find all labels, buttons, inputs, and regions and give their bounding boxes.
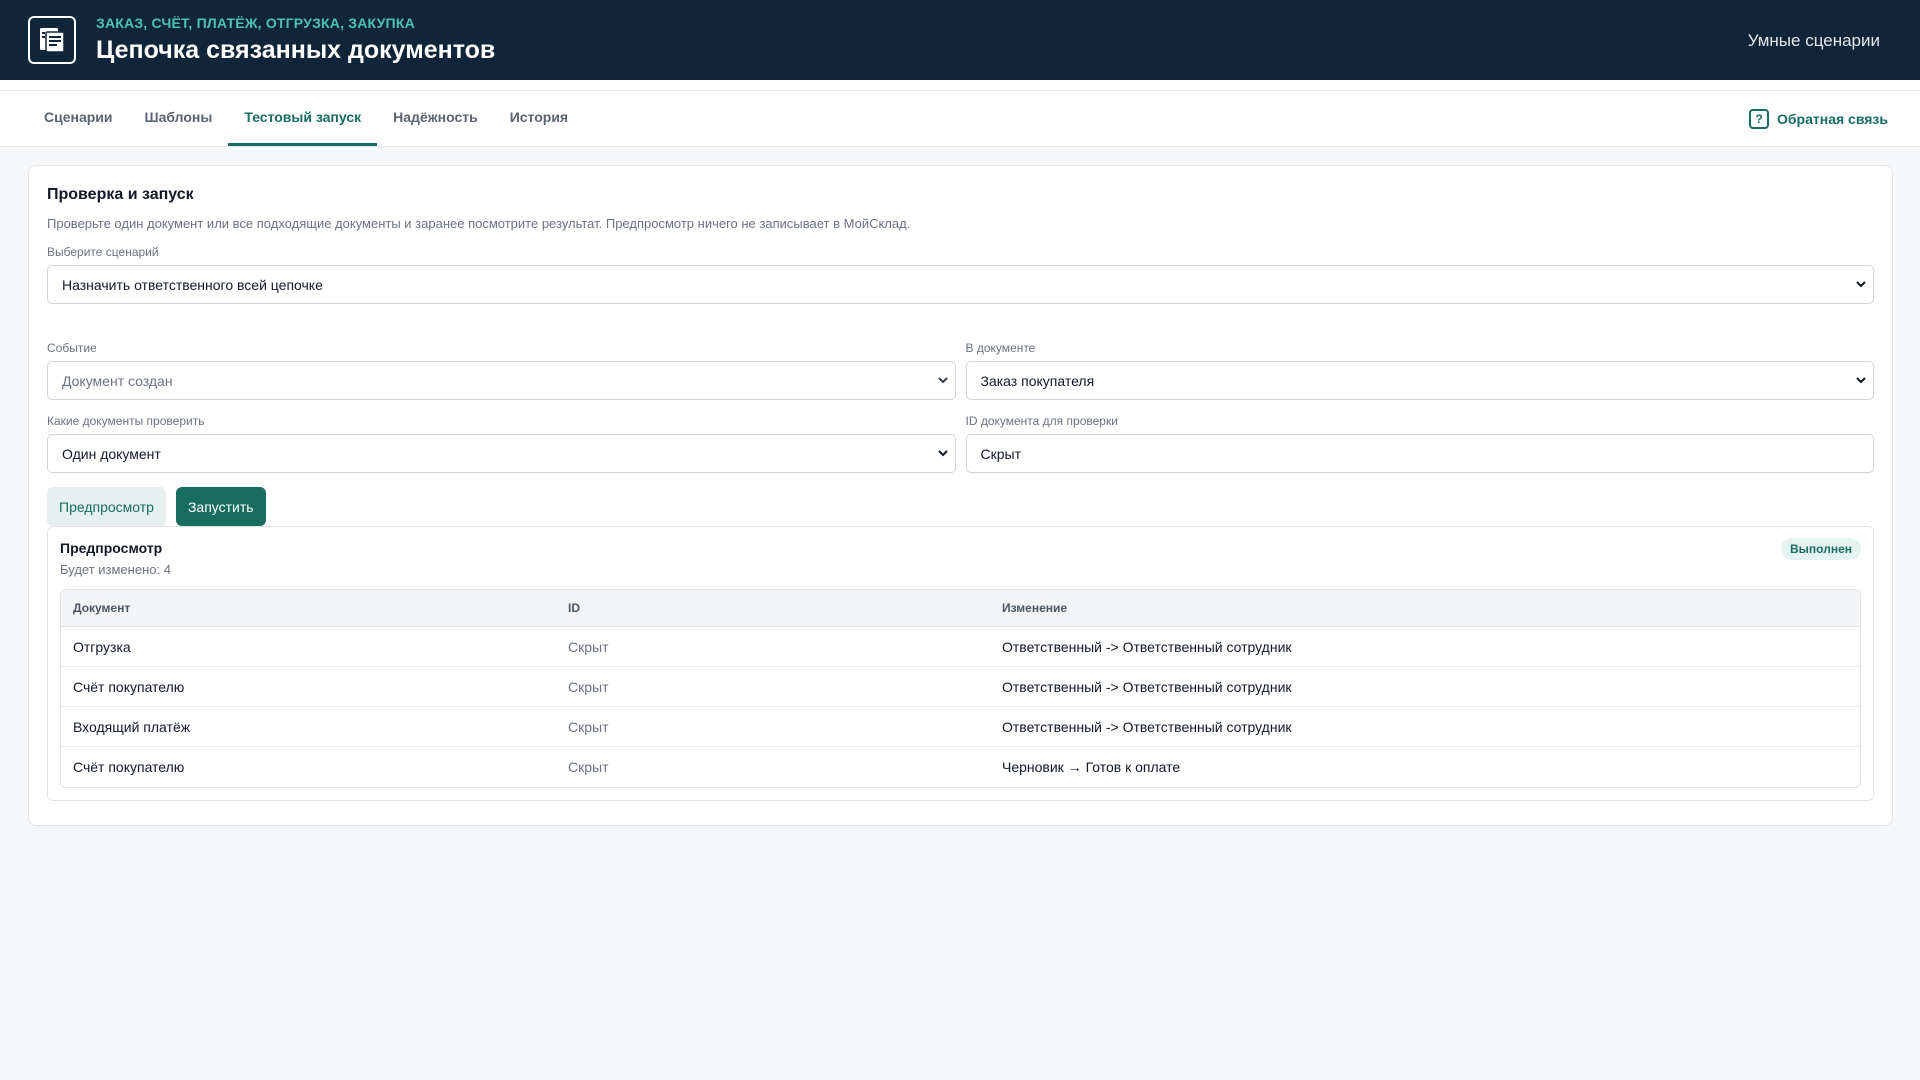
app-header: ЗАКАЗ, СЧЁТ, ПЛАТЁЖ, ОТГРУЗКА, ЗАКУПКА Ц… xyxy=(0,0,1920,80)
cell-change: Ответственный -> Ответственный сотрудник xyxy=(1002,718,1292,735)
in-document-value: Заказ покупателя xyxy=(980,372,1095,389)
chevron-down-icon xyxy=(937,377,948,384)
tab-history[interactable]: История xyxy=(494,91,584,146)
in-document-select[interactable]: Заказ покупателя xyxy=(965,361,1874,400)
scenario-label: Выберите сценарий xyxy=(47,245,159,259)
chevron-down-icon xyxy=(1856,377,1866,384)
which-docs-select[interactable]: Один документ xyxy=(47,434,956,473)
cell-document: Счёт покупателю xyxy=(73,759,185,775)
in-document-label: В документе xyxy=(965,341,1036,355)
scenario-select[interactable]: Назначить ответственного всей цепочке xyxy=(47,265,1874,304)
event-select[interactable]: Документ создан xyxy=(47,361,956,400)
document-icon xyxy=(28,16,76,64)
feedback-label: Обратная связь xyxy=(1777,111,1888,127)
title-block: ЗАКАЗ, СЧЁТ, ПЛАТЁЖ, ОТГРУЗКА, ЗАКУПКА Ц… xyxy=(96,15,495,65)
card-description: Проверьте один документ или все подходящ… xyxy=(47,216,911,231)
event-value: Документ создан xyxy=(62,372,173,389)
table-header: Документ ID Изменение xyxy=(61,590,1860,627)
chevron-down-icon xyxy=(937,450,948,457)
smart-scenarios-link[interactable]: Умные сценарии xyxy=(1748,31,1880,51)
tab-reliability[interactable]: Надёжность xyxy=(377,91,494,146)
scenario-value: Назначить ответственного всей цепочке xyxy=(62,276,323,293)
which-docs-label: Какие документы проверить xyxy=(47,414,205,428)
preview-panel: Предпросмотр Будет изменено: 4 Выполнен … xyxy=(47,526,1874,801)
cell-id: Скрыт xyxy=(568,718,609,735)
page-title: Цепочка связанных документов xyxy=(96,36,496,64)
card-title: Проверка и запуск xyxy=(47,186,194,203)
header-divider xyxy=(0,80,1920,91)
tab-test-run[interactable]: Тестовый запуск xyxy=(228,91,378,146)
column-header-document: Документ xyxy=(73,601,131,615)
tab-scenarios[interactable]: Сценарии xyxy=(28,91,129,146)
column-header-id: ID xyxy=(568,601,580,615)
table-row: Счёт покупателю Скрыт Ответственный -> О… xyxy=(61,667,1860,707)
page-subtitle: ЗАКАЗ, СЧЁТ, ПЛАТЁЖ, ОТГРУЗКА, ЗАКУПКА xyxy=(96,15,415,31)
cell-change: Черновик → Готов к оплате xyxy=(1002,759,1181,775)
table-row: Счёт покупателю Скрыт Черновик → Готов к… xyxy=(61,747,1860,787)
cell-document: Счёт покупателю xyxy=(73,678,185,695)
status-badge: Выполнен xyxy=(1781,538,1861,560)
event-label: Событие xyxy=(47,341,97,355)
table-row: Отгрузка Скрыт Ответственный -> Ответств… xyxy=(61,627,1860,667)
table-row: Входящий платёж Скрыт Ответственный -> О… xyxy=(61,707,1860,747)
cell-id: Скрыт xyxy=(568,678,609,695)
feedback-link[interactable]: ? Обратная связь xyxy=(1749,91,1888,147)
preview-button[interactable]: Предпросмотр xyxy=(47,487,166,526)
cell-document: Входящий платёж xyxy=(73,718,191,735)
question-icon: ? xyxy=(1749,109,1770,129)
column-header-change: Изменение xyxy=(1002,601,1068,615)
cell-id: Скрыт xyxy=(568,638,609,655)
doc-id-input[interactable]: Скрыт xyxy=(965,434,1874,473)
preview-count: Будет изменено: 4 xyxy=(60,562,171,577)
cell-change: Ответственный -> Ответственный сотрудник xyxy=(1002,638,1292,655)
tab-templates[interactable]: Шаблоны xyxy=(129,91,229,146)
test-run-card: Проверка и запуск Проверьте один докумен… xyxy=(28,165,1893,826)
run-button[interactable]: Запустить xyxy=(175,487,266,526)
cell-document: Отгрузка xyxy=(73,638,131,655)
which-docs-value: Один документ xyxy=(62,445,161,462)
cell-id: Скрыт xyxy=(568,759,609,775)
preview-table: Документ ID Изменение Отгрузка Скрыт Отв… xyxy=(60,589,1861,788)
tab-bar: Сценарии Шаблоны Тестовый запуск Надёжно… xyxy=(0,91,1920,147)
preview-title: Предпросмотр xyxy=(60,540,163,556)
chevron-down-icon xyxy=(1856,281,1866,288)
doc-id-label: ID документа для проверки xyxy=(965,414,1118,428)
cell-change: Ответственный -> Ответственный сотрудник xyxy=(1002,678,1292,695)
